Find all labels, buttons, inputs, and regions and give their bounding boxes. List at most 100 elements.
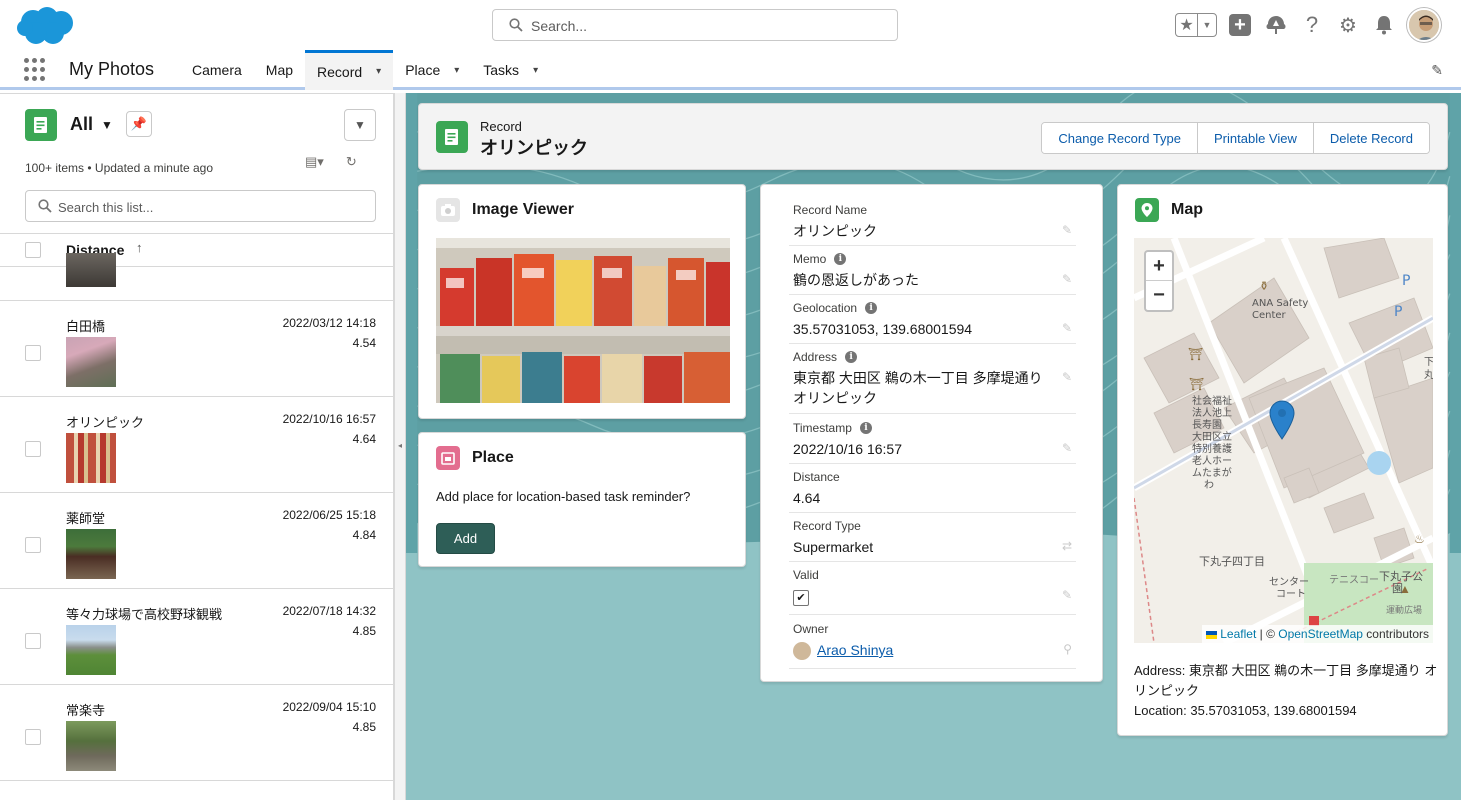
global-search-input[interactable] [531, 16, 881, 36]
nav-item-camera[interactable]: Camera [180, 50, 254, 90]
table-row[interactable]: 薬師堂 2022/06/25 15:18 4.84 [0, 493, 393, 589]
sort-ascending-icon[interactable]: ↑ [136, 240, 143, 255]
chevron-down-icon[interactable]: ▾ [533, 65, 538, 76]
table-row[interactable]: オリンピック 2022/10/16 16:57 4.64 [0, 397, 393, 493]
trailhead-button[interactable] [1263, 12, 1289, 38]
svg-text:法人池上: 法人池上 [1192, 406, 1232, 419]
table-row[interactable]: 等々力球場で高校野球観戦 2022/07/18 14:32 4.85 [0, 589, 393, 685]
trailhead-icon [1266, 16, 1286, 34]
search-icon [509, 18, 523, 32]
table-row[interactable]: 白田橋 2022/03/12 14:18 4.54 [0, 301, 393, 397]
chevron-down-icon[interactable]: ▾ [454, 65, 459, 76]
favorites-button-group[interactable]: ★ ▼ [1175, 13, 1217, 37]
notifications-button[interactable] [1371, 12, 1397, 38]
owner-link[interactable]: Arao Shinya [817, 642, 893, 658]
nav-item-label: Camera [192, 62, 242, 78]
field-value: 東京都 大田区 鵜の木一丁目 多摩堤通り オリンピック [793, 370, 1043, 406]
app-launcher-icon[interactable] [24, 58, 48, 82]
nav-item-map[interactable]: Map [254, 50, 305, 90]
edit-pencil-icon[interactable]: ✎ [1062, 441, 1072, 455]
leaflet-map[interactable]: P P ⚱ ⛩ ⛩ ♨ ▲ ANA Safety Center 社会福祉 法人池… [1134, 238, 1433, 643]
row-timestamp: 2022/10/16 16:57 [282, 412, 376, 426]
setup-button[interactable]: ⚙ [1335, 12, 1361, 38]
chevron-down-icon[interactable]: ▾ [376, 66, 381, 77]
refresh-icon[interactable]: ↻ [346, 154, 357, 170]
zoom-in-button[interactable]: + [1146, 252, 1172, 281]
map-label-home: 社会福祉 [1192, 394, 1232, 407]
collapse-left-icon[interactable]: ◂ [398, 441, 402, 450]
map-card: Map P P ⚱ ⛩ ⛩ ♨ ▲ ANA Safety Center 社会福祉… [1117, 184, 1448, 736]
map-address: Address: 東京都 大田区 鵜の木一丁目 多摩堤通り オリンピック [1134, 663, 1438, 698]
edit-pencil-icon[interactable]: ✎ [1062, 588, 1072, 602]
field-label: Record Name [793, 203, 868, 217]
printable-view-button[interactable]: Printable View [1198, 123, 1314, 153]
row-checkbox[interactable] [25, 441, 41, 457]
row-checkbox[interactable] [25, 345, 41, 361]
field-label: Address i [793, 350, 858, 364]
zoom-out-button[interactable]: − [1146, 281, 1172, 310]
info-icon[interactable]: i [865, 302, 878, 314]
nav-item-record[interactable]: Record ▾ [305, 50, 394, 90]
list-view-selector[interactable]: All ▼ [70, 114, 113, 135]
user-avatar[interactable] [1407, 8, 1441, 42]
add-place-button[interactable]: Add [436, 523, 495, 554]
edit-pencil-icon[interactable]: ✎ [1062, 321, 1072, 335]
help-button[interactable]: ? [1299, 12, 1325, 38]
record-object-label: Record [480, 119, 522, 134]
row-checkbox[interactable] [25, 537, 41, 553]
photo-thumbnail[interactable] [66, 433, 116, 483]
edit-pencil-icon[interactable]: ✎ [1062, 223, 1072, 237]
monument-icon: ⚱ [1259, 279, 1269, 293]
row-checkbox[interactable] [25, 633, 41, 649]
photo-thumbnail[interactable] [66, 337, 116, 387]
ukraine-flag-icon [1205, 630, 1217, 639]
table-row[interactable] [0, 253, 393, 301]
field-label: Distance [793, 470, 840, 484]
edit-nav-pencil-icon[interactable]: ✎ [1431, 62, 1443, 79]
display-as-table-icon[interactable]: ▤▾ [305, 154, 324, 170]
list-view-controls-button[interactable]: ▼ [344, 109, 376, 141]
record-photo[interactable] [436, 238, 730, 403]
info-icon[interactable]: i [859, 422, 872, 434]
edit-pencil-icon[interactable]: ✎ [1062, 370, 1072, 384]
panel-splitter[interactable]: ◂ [394, 93, 406, 800]
list-search[interactable] [25, 190, 376, 222]
global-search[interactable] [492, 9, 898, 41]
search-icon [38, 199, 52, 213]
card-title: Map [1171, 201, 1203, 218]
osm-link[interactable]: OpenStreetMap [1278, 627, 1363, 641]
nav-item-tasks[interactable]: Tasks ▾ [471, 50, 550, 90]
leaflet-link[interactable]: Leaflet [1220, 627, 1256, 641]
field-record-name: Record Name オリンピック ✎ [789, 203, 1076, 246]
change-record-type-button[interactable]: Change Record Type [1042, 123, 1199, 153]
photo-thumbnail[interactable] [66, 625, 116, 675]
global-header: ★ ▼ + ? ⚙ [0, 0, 1461, 50]
row-name[interactable]: 等々力球場で高校野球観戦 [66, 604, 222, 623]
row-name[interactable]: 常楽寺 [66, 700, 105, 719]
info-icon[interactable]: i [834, 253, 847, 265]
photo-thumbnail[interactable] [66, 529, 116, 579]
table-row[interactable]: 常楽寺 2022/09/04 15:10 4.85 [0, 685, 393, 781]
favorites-star-icon[interactable]: ★ [1176, 14, 1198, 36]
row-checkbox[interactable] [25, 729, 41, 745]
record-actions: Change Record Type Printable View Delete… [1041, 122, 1430, 154]
change-record-type-icon[interactable]: ⇄ [1062, 539, 1072, 553]
change-owner-icon[interactable]: ⚲ [1063, 642, 1072, 656]
salesforce-cloud-logo[interactable] [16, 6, 76, 46]
field-distance: Distance 4.64 [789, 470, 1076, 513]
pin-icon[interactable]: 📌 [126, 111, 152, 137]
supermarket-shelf-photo [436, 238, 730, 403]
info-icon[interactable]: i [845, 351, 858, 363]
photo-thumbnail[interactable] [66, 721, 116, 771]
favorites-dropdown-icon[interactable]: ▼ [1198, 14, 1216, 36]
row-name[interactable]: 薬師堂 [66, 508, 105, 527]
global-actions-button[interactable]: + [1227, 12, 1253, 38]
delete-record-button[interactable]: Delete Record [1313, 123, 1429, 153]
row-name[interactable]: オリンピック [66, 412, 144, 431]
row-name[interactable]: 白田橋 [66, 316, 105, 335]
select-all-checkbox[interactable] [25, 242, 41, 258]
edit-pencil-icon[interactable]: ✎ [1062, 272, 1072, 286]
record-detail-card: Record Name オリンピック ✎ Memo i 鶴の恩返しがあった ✎ G… [760, 184, 1103, 682]
nav-item-place[interactable]: Place ▾ [393, 50, 471, 90]
list-search-input[interactable] [58, 197, 358, 217]
